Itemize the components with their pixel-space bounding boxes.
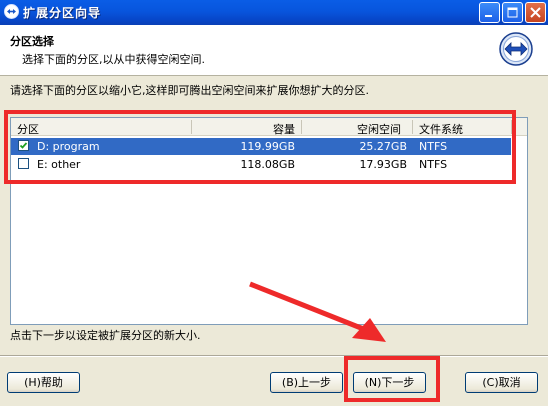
- window-title: 扩展分区向导: [23, 6, 102, 20]
- highlight-box-next-button: [344, 356, 440, 402]
- footer-note: 点击下一步以设定被扩展分区的新大小.: [10, 329, 201, 342]
- maximize-button[interactable]: [502, 2, 523, 23]
- highlight-box-partition-list: [4, 110, 516, 184]
- maximize-icon: [507, 7, 518, 18]
- close-icon: [530, 7, 541, 18]
- wizard-header: 分区选择 选择下面的分区,以从中获得空闲空间.: [0, 25, 548, 76]
- minimize-button[interactable]: [479, 2, 500, 23]
- expand-arrows-icon: [499, 32, 533, 66]
- minimize-icon: [485, 15, 492, 17]
- instruction-text: 请选择下面的分区以缩小它,这样即可腾出空闲空间来扩展你想扩大的分区.: [10, 84, 369, 97]
- divider: [0, 355, 548, 357]
- back-button[interactable]: (B)上一步: [270, 372, 343, 393]
- partition-wizard-icon: [4, 4, 19, 19]
- close-button[interactable]: [525, 2, 546, 23]
- cancel-button[interactable]: (C)取消: [465, 372, 538, 393]
- title-bar: 扩展分区向导: [0, 0, 548, 25]
- help-button[interactable]: (H)帮助: [7, 372, 80, 393]
- page-subtitle: 选择下面的分区,以从中获得空闲空间.: [22, 53, 205, 66]
- page-title: 分区选择: [10, 35, 54, 48]
